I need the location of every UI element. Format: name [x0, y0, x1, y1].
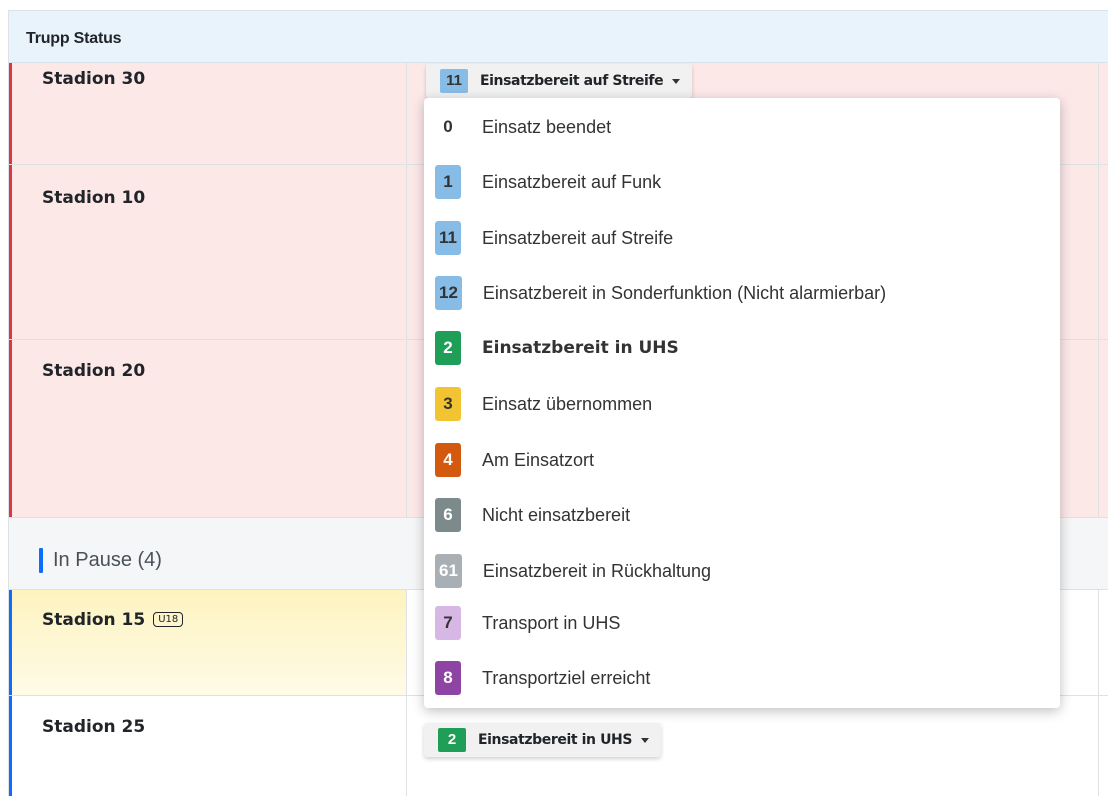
status-label: Einsatzbereit auf Streife: [480, 73, 664, 89]
status-option-11[interactable]: 11 Einsatzbereit auf Streife: [424, 216, 1060, 260]
name-cell: Stadion 15 U18: [9, 590, 407, 695]
group-label: In Pause (4): [53, 549, 162, 571]
caret-down-icon: [672, 78, 681, 84]
status-number-badge: 6: [435, 498, 461, 532]
status-number-badge: 4: [435, 443, 461, 477]
status-option-label: Einsatzbereit in UHS: [482, 338, 679, 358]
status-number-badge: 11: [435, 221, 461, 255]
status-number-badge: 12: [435, 276, 462, 310]
unit-name: Stadion 15 U18: [42, 610, 184, 630]
status-option-8[interactable]: 8 Transportziel erreicht: [424, 656, 1060, 700]
panel-title: Trupp Status: [9, 11, 1108, 63]
status-option-label: Transport in UHS: [482, 612, 621, 633]
status-option-label: Transportziel erreicht: [482, 667, 651, 688]
status-option-label: Nicht einsatzbereit: [482, 504, 631, 525]
status-number-badge: 1: [435, 165, 461, 199]
unit-name: Stadion 20: [42, 361, 146, 381]
status-option-label: Einsatzbereit auf Streife: [482, 227, 674, 248]
status-option-label: Am Einsatzort: [482, 449, 595, 470]
unit-name: Stadion 10: [42, 188, 146, 208]
unit-name: Stadion 25: [42, 717, 146, 737]
name-cell: Stadion 20: [9, 340, 407, 517]
age-badge: U18: [153, 612, 184, 627]
status-number-badge: 7: [435, 606, 461, 640]
status-dropdown-button[interactable]: 2 Einsatzbereit in UHS: [424, 723, 662, 757]
status-option-2[interactable]: 2 Einsatzbereit in UHS: [424, 326, 1060, 370]
status-option-0[interactable]: 0 Einsatz beendet: [424, 105, 1060, 149]
status-option-3[interactable]: 3 Einsatz übernommen: [424, 382, 1060, 426]
status-option-label: Einsatz übernommen: [482, 393, 653, 414]
status-option-label: Einsatz beendet: [482, 116, 612, 137]
status-label: Einsatzbereit in UHS: [478, 732, 633, 748]
status-option-6[interactable]: 6 Nicht einsatzbereit: [424, 493, 1060, 537]
status-option-label: Einsatzbereit in Rückhaltung: [482, 560, 712, 581]
status-option-1[interactable]: 1 Einsatzbereit auf Funk: [424, 160, 1060, 204]
name-cell: Stadion 30: [9, 49, 407, 164]
status-dropdown-menu: 0 Einsatz beendet 1 Einsatzbereit auf Fu…: [424, 98, 1060, 708]
status-number-badge: 8: [435, 661, 461, 695]
status-option-label: Einsatzbereit auf Funk: [482, 171, 662, 192]
status-number-badge: 0: [435, 110, 461, 144]
status-number-badge: 2: [438, 728, 466, 752]
status-number-badge: 2: [435, 331, 461, 365]
status-option-label: Einsatzbereit in Sonderfunktion (Nicht a…: [482, 282, 887, 303]
status-option-61[interactable]: 61 Einsatzbereit in Rückhaltung: [424, 549, 1060, 593]
status-number-badge: 11: [440, 69, 468, 93]
name-cell: Stadion 10: [9, 165, 407, 339]
status-number-badge: 3: [435, 387, 461, 421]
caret-down-icon: [641, 737, 650, 743]
name-cell: Stadion 25: [9, 696, 407, 796]
status-option-4[interactable]: 4 Am Einsatzort: [424, 438, 1060, 482]
status-dropdown-button[interactable]: 11 Einsatzbereit auf Streife: [426, 64, 693, 98]
status-option-12[interactable]: 12 Einsatzbereit in Sonderfunktion (Nich…: [424, 271, 1060, 315]
group-marker: [39, 548, 43, 573]
status-option-7[interactable]: 7 Transport in UHS: [424, 601, 1060, 645]
status-number-badge: 61: [435, 554, 462, 588]
unit-name: Stadion 30: [42, 69, 146, 89]
